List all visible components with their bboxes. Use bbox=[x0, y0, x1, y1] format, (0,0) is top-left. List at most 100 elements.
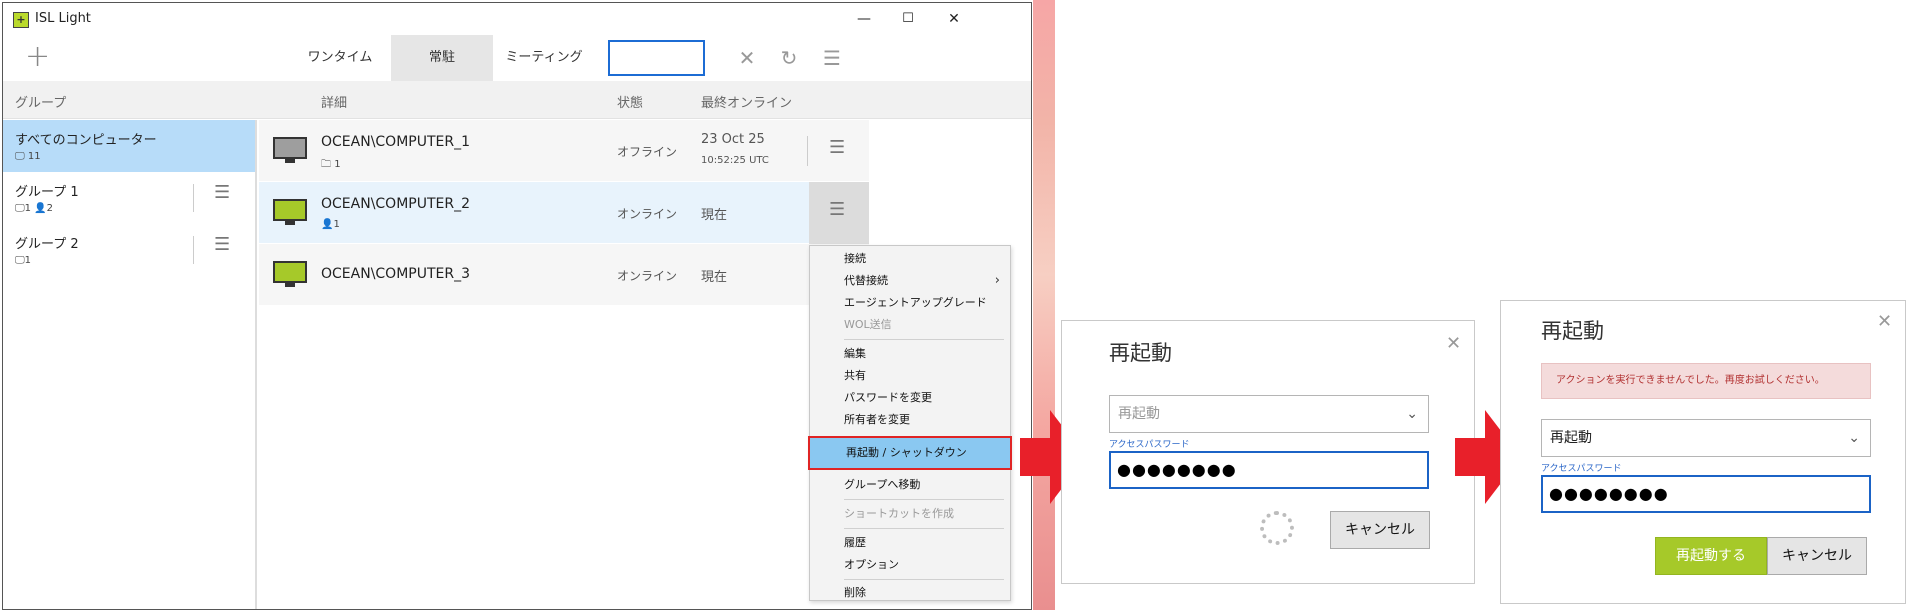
computer-row-1[interactable]: OCEAN\COMPUTER_1 🗀 1 オフライン 23 Oct 25 10:… bbox=[259, 120, 869, 182]
add-icon[interactable]: + bbox=[25, 39, 50, 74]
cancel-button[interactable]: キャンセル bbox=[1330, 511, 1430, 549]
menu-item-delete[interactable]: 削除 bbox=[810, 582, 1010, 604]
window-title: ISL Light bbox=[35, 11, 91, 26]
computer-row-2[interactable]: OCEAN\COMPUTER_2 👤1 オンライン 現在 ☰ bbox=[259, 182, 869, 244]
password-label: アクセスパスワード bbox=[1109, 440, 1190, 450]
action-select[interactable]: 再起動 ⌄ bbox=[1109, 395, 1429, 433]
menu-item-change-owner[interactable]: 所有者を変更 bbox=[810, 409, 1010, 431]
computer-name: OCEAN\COMPUTER_1 bbox=[321, 134, 471, 150]
computer-name: OCEAN\COMPUTER_3 bbox=[321, 266, 471, 282]
group-count: 🖵 11 bbox=[15, 151, 41, 162]
group-name: グループ 1 bbox=[15, 185, 79, 200]
dialog-title: 再起動 bbox=[1109, 341, 1172, 365]
restart-dialog-error: 再起動 ✕ アクションを実行できませんでした。再度お試しください。 再起動 ⌄ ア… bbox=[1500, 300, 1906, 604]
menu-item-agent-upgrade[interactable]: エージェントアップグレード bbox=[810, 292, 1010, 314]
computer-status: オンライン bbox=[617, 207, 678, 221]
row-menu-icon[interactable]: ☰ bbox=[829, 199, 845, 220]
minimize-button[interactable]: — bbox=[841, 3, 887, 35]
user-icon: 👤 bbox=[321, 219, 334, 230]
group-item-all[interactable]: すべてのコンピューター 🖵 11 bbox=[3, 120, 255, 172]
error-message: アクションを実行できませんでした。再度お試しください。 bbox=[1541, 363, 1871, 399]
menu-separator bbox=[844, 339, 1004, 340]
monitor-icon: 🖵 bbox=[15, 151, 25, 162]
restart-confirm-button[interactable]: 再起動する bbox=[1655, 537, 1767, 575]
tab-meeting[interactable]: ミーティング bbox=[493, 35, 595, 81]
chevron-down-icon: ⌄ bbox=[1848, 430, 1860, 446]
group-menu-icon[interactable]: ☰ bbox=[214, 234, 230, 255]
column-details[interactable]: 詳細 bbox=[321, 92, 347, 111]
menu-item-alternative-connect[interactable]: 代替接続 › bbox=[810, 270, 1010, 292]
computer-last-online: 現在 bbox=[701, 208, 728, 223]
computer-last-online-time: 10:52:25 UTC bbox=[701, 155, 769, 166]
computer-status: オフライン bbox=[617, 145, 678, 159]
group-menu-icon[interactable]: ☰ bbox=[214, 182, 230, 203]
refresh-icon[interactable]: ↻ bbox=[774, 35, 804, 81]
menu-item-create-shortcut: ショートカットを作成 bbox=[844, 507, 954, 520]
computer-folder-count: 🗀 1 bbox=[321, 159, 341, 170]
tab-one-time[interactable]: ワンタイム bbox=[289, 35, 391, 81]
column-status[interactable]: 状態 bbox=[617, 92, 643, 111]
menu-separator bbox=[844, 528, 1004, 529]
divider bbox=[193, 184, 194, 212]
close-icon[interactable]: ✕ bbox=[1446, 333, 1461, 354]
divider bbox=[807, 136, 808, 166]
search-input[interactable] bbox=[608, 40, 705, 76]
toolbar: + ワンタイム 常駐 ミーティング ✕ ↻ ☰ bbox=[3, 35, 1031, 81]
tab-resident[interactable]: 常駐 bbox=[391, 35, 493, 81]
password-field[interactable]: ●●●●●●●● bbox=[1109, 451, 1429, 489]
maximize-button[interactable]: ☐ bbox=[885, 3, 931, 35]
group-sidebar: すべてのコンピューター 🖵 11 グループ 1 🖵1 👤2 ☰ グループ 2 🖵… bbox=[3, 120, 257, 609]
chevron-right-icon: › bbox=[994, 273, 1000, 288]
computer-last-online: 23 Oct 25 bbox=[701, 132, 765, 147]
dialog-title: 再起動 bbox=[1541, 319, 1604, 343]
computer-name: OCEAN\COMPUTER_2 bbox=[321, 196, 471, 212]
title-bar: + ISL Light — ☐ ✕ bbox=[3, 3, 1031, 35]
background-artwork bbox=[1033, 0, 1055, 610]
menu-item-share[interactable]: 共有 bbox=[810, 365, 1010, 387]
computer-offline-icon bbox=[273, 137, 307, 163]
column-group: グループ bbox=[15, 96, 67, 111]
monitor-icon: 🖵 bbox=[15, 203, 25, 214]
menu-icon[interactable]: ☰ bbox=[817, 35, 847, 81]
chevron-down-icon: ⌄ bbox=[1406, 406, 1418, 422]
cancel-button[interactable]: キャンセル bbox=[1767, 537, 1867, 575]
group-count: 🖵1 bbox=[15, 255, 32, 266]
context-menu: 接続 代替接続 › エージェントアップグレード WOL送信 編集 共有 パスワード… bbox=[808, 245, 1012, 604]
menu-item-options[interactable]: オプション bbox=[810, 554, 1010, 576]
group-count: 🖵1 👤2 bbox=[15, 203, 54, 214]
menu-item-move-to-group[interactable]: グループへ移動 bbox=[810, 474, 1010, 496]
menu-separator bbox=[844, 499, 1004, 500]
menu-item-restart-shutdown[interactable]: 再起動 / シャットダウン bbox=[808, 436, 1012, 470]
loading-spinner-icon bbox=[1260, 511, 1294, 545]
close-icon[interactable]: ✕ bbox=[1877, 311, 1892, 332]
row-menu-icon[interactable]: ☰ bbox=[829, 137, 845, 158]
group-item-1[interactable]: グループ 1 🖵1 👤2 ☰ bbox=[3, 172, 255, 224]
menu-item-history[interactable]: 履歴 bbox=[810, 532, 1010, 554]
computer-online-icon bbox=[273, 199, 307, 225]
password-label: アクセスパスワード bbox=[1541, 464, 1622, 474]
divider bbox=[193, 236, 194, 264]
folder-icon: 🗀 bbox=[321, 159, 331, 170]
computer-user-count: 👤1 bbox=[321, 219, 340, 230]
menu-item-edit[interactable]: 編集 bbox=[810, 343, 1010, 365]
close-button[interactable]: ✕ bbox=[931, 3, 977, 35]
clear-icon[interactable]: ✕ bbox=[732, 35, 762, 81]
password-field[interactable]: ●●●●●●●● bbox=[1541, 475, 1871, 513]
computer-row-3[interactable]: OCEAN\COMPUTER_3 オンライン 現在 bbox=[259, 244, 869, 306]
group-item-2[interactable]: グループ 2 🖵1 ☰ bbox=[3, 224, 255, 276]
action-select[interactable]: 再起動 ⌄ bbox=[1541, 419, 1871, 457]
column-header-row: グループ 詳細 状態 最終オンライン bbox=[3, 81, 1031, 119]
menu-item-change-password[interactable]: パスワードを変更 bbox=[810, 387, 1010, 409]
monitor-icon: 🖵 bbox=[15, 255, 25, 266]
menu-item-wol-send: WOL送信 bbox=[844, 318, 892, 331]
restart-dialog-loading: 再起動 ✕ 再起動 ⌄ アクセスパスワード ●●●●●●●● キャンセル bbox=[1061, 320, 1475, 584]
computer-last-online: 現在 bbox=[701, 270, 728, 285]
computer-status: オンライン bbox=[617, 269, 678, 283]
user-icon: 👤 bbox=[34, 203, 47, 214]
menu-item-connect[interactable]: 接続 bbox=[810, 248, 1010, 270]
isl-light-icon: + bbox=[13, 12, 29, 28]
computer-online-icon bbox=[273, 261, 307, 287]
column-last-online[interactable]: 最終オンライン bbox=[701, 92, 792, 111]
group-name: すべてのコンピューター bbox=[15, 133, 157, 148]
isl-light-window: + ISL Light — ☐ ✕ + ワンタイム 常駐 ミーティング ✕ ↻ … bbox=[2, 2, 1032, 610]
